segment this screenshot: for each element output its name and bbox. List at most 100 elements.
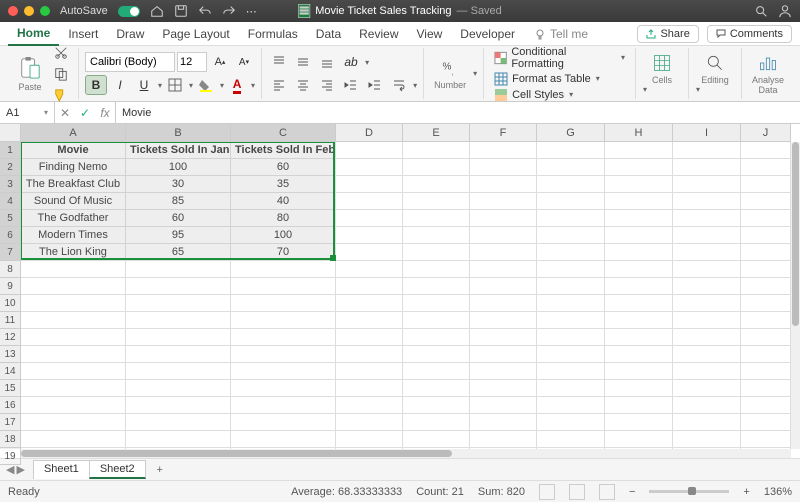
save-icon[interactable]	[174, 4, 188, 18]
col-header-B[interactable]: B	[126, 124, 231, 142]
cell[interactable]	[403, 278, 470, 295]
cell[interactable]	[605, 346, 673, 363]
close-window[interactable]	[8, 6, 18, 16]
cell[interactable]	[126, 346, 231, 363]
cell[interactable]	[470, 380, 537, 397]
cell[interactable]	[403, 193, 470, 210]
ribbon-tab-page-layout[interactable]: Page Layout	[153, 23, 238, 45]
name-box[interactable]: A1▾	[0, 102, 55, 123]
cell[interactable]	[673, 380, 741, 397]
row-header-16[interactable]: 16	[0, 397, 21, 414]
cell[interactable]	[470, 295, 537, 312]
cell[interactable]	[336, 244, 403, 261]
bold-button[interactable]: B	[85, 75, 107, 95]
cancel-formula-icon[interactable]: ✕	[55, 106, 75, 120]
cell[interactable]	[403, 176, 470, 193]
cell[interactable]	[470, 193, 537, 210]
cell[interactable]	[126, 431, 231, 448]
autosave-toggle[interactable]	[118, 6, 140, 17]
row-header-3[interactable]: 3	[0, 176, 21, 193]
row-header-13[interactable]: 13	[0, 346, 21, 363]
cell[interactable]	[605, 159, 673, 176]
cell[interactable]: Movie	[21, 142, 126, 159]
row-header-10[interactable]: 10	[0, 295, 21, 312]
search-icon[interactable]	[754, 4, 768, 18]
cell[interactable]	[126, 278, 231, 295]
cell[interactable]: Tickets Sold In Jan	[126, 142, 231, 159]
cell[interactable]	[126, 363, 231, 380]
cell[interactable]	[605, 261, 673, 278]
cell[interactable]	[741, 142, 791, 159]
cell[interactable]	[741, 329, 791, 346]
cell[interactable]	[741, 244, 791, 261]
cell[interactable]	[403, 431, 470, 448]
cell[interactable]	[673, 431, 741, 448]
ribbon-tab-data[interactable]: Data	[307, 23, 350, 45]
row-header-15[interactable]: 15	[0, 380, 21, 397]
editing-button[interactable]: Editing	[695, 53, 735, 85]
view-normal-icon[interactable]	[539, 484, 555, 500]
cell[interactable]	[336, 431, 403, 448]
col-header-H[interactable]: H	[605, 124, 673, 142]
cell[interactable]	[741, 210, 791, 227]
underline-button[interactable]: U	[133, 75, 155, 95]
cell[interactable]	[403, 363, 470, 380]
cell[interactable]: 40	[231, 193, 336, 210]
cell[interactable]	[126, 329, 231, 346]
cell[interactable]	[537, 397, 605, 414]
cell[interactable]	[537, 295, 605, 312]
cell[interactable]	[470, 414, 537, 431]
cell[interactable]	[336, 295, 403, 312]
cell[interactable]	[741, 431, 791, 448]
cell[interactable]	[741, 346, 791, 363]
col-header-C[interactable]: C	[231, 124, 336, 142]
row-header-11[interactable]: 11	[0, 312, 21, 329]
border-button[interactable]	[164, 75, 186, 95]
cell[interactable]	[336, 414, 403, 431]
cell[interactable]: 60	[231, 159, 336, 176]
cell[interactable]	[605, 295, 673, 312]
cell[interactable]	[336, 312, 403, 329]
cell[interactable]	[537, 210, 605, 227]
cell[interactable]	[673, 329, 741, 346]
cell[interactable]	[741, 176, 791, 193]
cell[interactable]	[741, 193, 791, 210]
cell[interactable]: 60	[126, 210, 231, 227]
cell[interactable]	[470, 261, 537, 278]
col-header-D[interactable]: D	[336, 124, 403, 142]
increase-font-icon[interactable]: A▴	[209, 52, 231, 72]
cell[interactable]	[470, 431, 537, 448]
row-header-7[interactable]: 7	[0, 244, 21, 261]
cell[interactable]	[741, 227, 791, 244]
cell[interactable]	[336, 329, 403, 346]
cell[interactable]	[231, 295, 336, 312]
align-top-icon[interactable]	[268, 52, 290, 72]
cell[interactable]: 80	[231, 210, 336, 227]
row-header-19[interactable]: 19	[0, 448, 21, 465]
cell[interactable]	[537, 312, 605, 329]
cell[interactable]: Tickets Sold In Feb	[231, 142, 336, 159]
cell[interactable]	[605, 227, 673, 244]
sheet-tab-sheet1[interactable]: Sheet1	[33, 460, 90, 479]
cell[interactable]	[673, 210, 741, 227]
align-middle-icon[interactable]	[292, 52, 314, 72]
select-all-corner[interactable]	[0, 124, 21, 142]
cell-styles-button[interactable]: Cell Styles▾	[490, 87, 629, 103]
cell[interactable]	[21, 363, 126, 380]
cell[interactable]	[537, 227, 605, 244]
cell[interactable]: 95	[126, 227, 231, 244]
cells-button[interactable]: Cells	[642, 53, 682, 85]
fill-color-button[interactable]	[195, 75, 217, 95]
cell[interactable]	[741, 278, 791, 295]
paste-button[interactable]: Paste	[12, 56, 48, 92]
cell[interactable]	[403, 346, 470, 363]
cell[interactable]	[537, 142, 605, 159]
cell[interactable]	[605, 244, 673, 261]
redo-icon[interactable]	[222, 4, 236, 18]
format-as-table-button[interactable]: Format as Table▾	[490, 71, 629, 87]
cell[interactable]	[336, 193, 403, 210]
cell[interactable]	[673, 363, 741, 380]
row-header-12[interactable]: 12	[0, 329, 21, 346]
cell[interactable]	[673, 176, 741, 193]
cell[interactable]	[470, 176, 537, 193]
